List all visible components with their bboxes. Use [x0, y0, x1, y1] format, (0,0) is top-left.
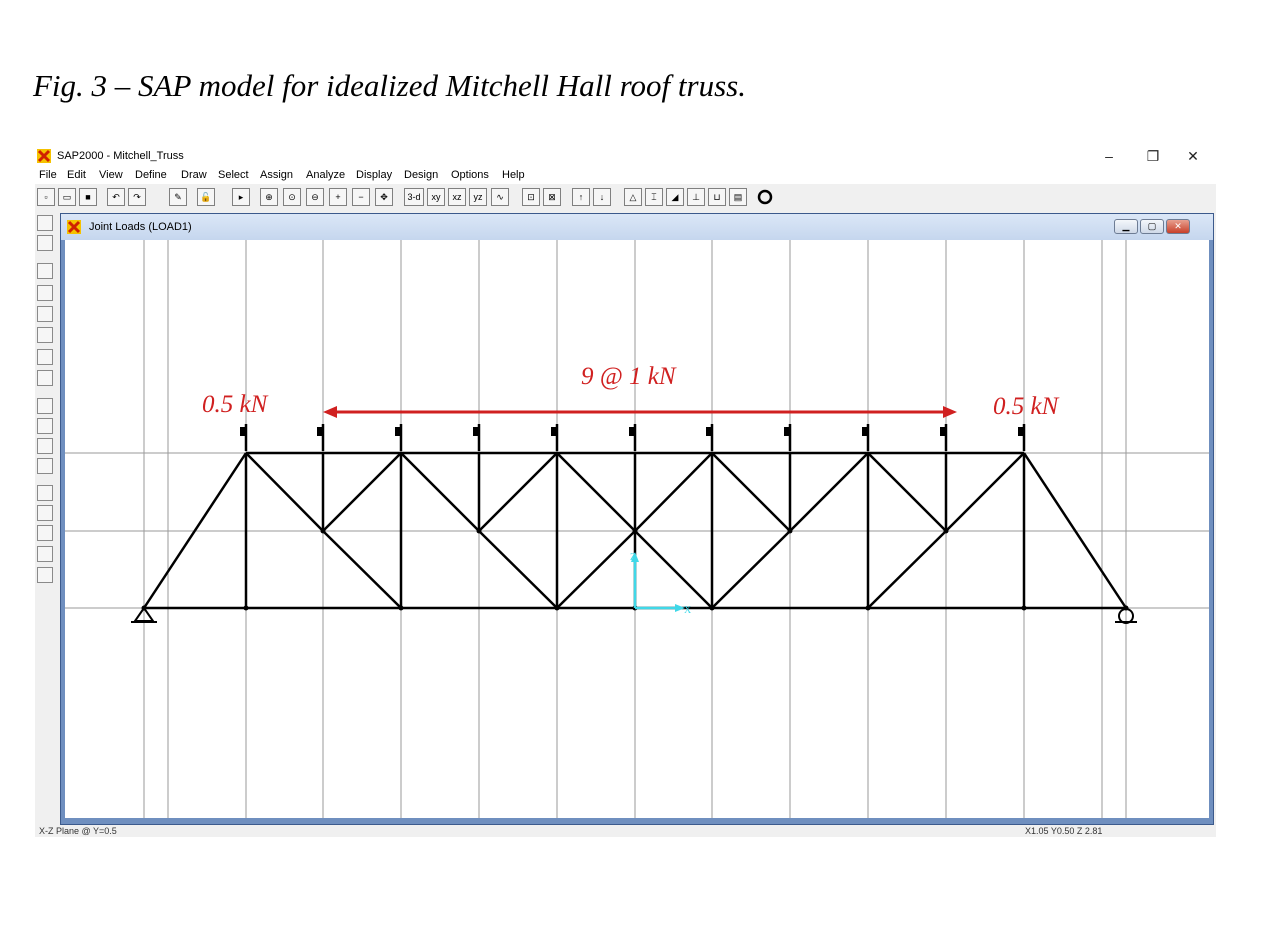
menu-options[interactable]: Options	[451, 169, 489, 181]
menu-file[interactable]: File	[39, 169, 57, 181]
restore-full-view-icon[interactable]: ⊙	[283, 188, 301, 206]
draw-toolbar	[35, 213, 57, 833]
pointer-icon[interactable]	[37, 215, 53, 231]
show-deformed-icon[interactable]: ⌶	[645, 188, 663, 206]
joint-load-labels	[240, 427, 1023, 436]
zoom-previous-icon[interactable]: ⊖	[306, 188, 324, 206]
restraint-other-icon[interactable]	[37, 567, 53, 583]
reshape-pointer-icon[interactable]	[37, 235, 53, 251]
figure-caption: Fig. 3 – SAP model for idealized Mitchel…	[33, 68, 746, 103]
status-plane: X-Z Plane @ Y=0.5	[39, 826, 117, 836]
open-icon[interactable]: ▭	[58, 188, 76, 206]
draw-area-icon[interactable]	[37, 306, 53, 322]
restraint-pinned-icon[interactable]	[37, 505, 53, 521]
model-view-title-bar: Joint Loads (LOAD1) ▁ ▢ ✕	[61, 214, 1213, 240]
sap2000-window: SAP2000 - Mitchell_Truss – ❐ ✕ File Edit…	[35, 143, 1216, 837]
close-button[interactable]: ✕	[1175, 145, 1211, 167]
sap2000-logo-icon	[67, 220, 81, 234]
menu-help[interactable]: Help	[502, 169, 525, 181]
lock-icon[interactable]: 🔓	[197, 188, 215, 206]
zoom-window-icon[interactable]: ⊕	[260, 188, 278, 206]
restraint-fixed-icon[interactable]	[37, 485, 53, 501]
z-axis-label: Z	[630, 552, 636, 563]
app-title: SAP2000 - Mitchell_Truss	[57, 150, 184, 162]
main-toolbar: ▫ ▭ ■ ↶ ↷ ✎ 🔓 ▸ ⊕ ⊙ ⊖ + − ✥ 3-d xy xz yz…	[35, 185, 1216, 211]
left-end-load-label: 0.5 kN	[202, 391, 269, 418]
restraint-roller-icon[interactable]	[37, 525, 53, 541]
menu-design[interactable]: Design	[404, 169, 438, 181]
model-view-window: Joint Loads (LOAD1) ▁ ▢ ✕ Z X 9 @ 1 kN 0…	[60, 213, 1214, 825]
menu-select[interactable]: Select	[218, 169, 249, 181]
truss-drawing: Z X 9 @ 1 kN 0.5 kN 0.5 kN	[65, 240, 1209, 818]
move-up-icon[interactable]: ↑	[572, 188, 590, 206]
object-shrink-icon[interactable]: ⊠	[543, 188, 561, 206]
view-xz-button[interactable]: xz	[448, 188, 466, 206]
rubber-band-circle-icon[interactable]	[756, 188, 774, 206]
draw-joint-icon[interactable]	[37, 263, 53, 279]
intersecting-line-select-icon[interactable]	[37, 458, 53, 474]
show-reactions-icon[interactable]: ⊥	[687, 188, 705, 206]
restraint-free-icon[interactable]	[37, 546, 53, 562]
set-elements-icon[interactable]: ⊡	[522, 188, 540, 206]
move-down-icon[interactable]: ↓	[593, 188, 611, 206]
pan-icon[interactable]: ✥	[375, 188, 393, 206]
menu-view[interactable]: View	[99, 169, 123, 181]
right-end-load-label: 0.5 kN	[993, 393, 1060, 420]
new-model-icon[interactable]: ▫	[37, 188, 55, 206]
model-canvas[interactable]: Z X 9 @ 1 kN 0.5 kN 0.5 kN	[65, 240, 1209, 818]
title-bar: SAP2000 - Mitchell_Truss – ❐ ✕	[35, 143, 1216, 169]
global-axes-icon: Z X	[630, 552, 692, 616]
draw-frame-icon[interactable]	[37, 285, 53, 301]
interior-loads-label: 9 @ 1 kN	[581, 363, 677, 390]
quick-draw-area-icon[interactable]	[37, 370, 53, 386]
show-loads-icon[interactable]: ⊔	[708, 188, 726, 206]
select-all-icon[interactable]	[37, 398, 53, 414]
load-span-arrow	[323, 406, 957, 418]
restore-button[interactable]: ❐	[1135, 145, 1171, 167]
minimize-button[interactable]: –	[1091, 145, 1127, 167]
x-axis-label: X	[684, 605, 692, 616]
undo-icon[interactable]: ↶	[107, 188, 125, 206]
status-coordinates: X1.05 Y0.50 Z 2.81	[1025, 826, 1103, 836]
menu-edit[interactable]: Edit	[67, 169, 86, 181]
quick-draw-frame-icon[interactable]	[37, 349, 53, 365]
model-view-minimize-button[interactable]: ▁	[1114, 219, 1138, 234]
menu-define[interactable]: Define	[135, 169, 167, 181]
show-stresses-icon[interactable]: ▤	[729, 188, 747, 206]
model-view-close-button[interactable]: ✕	[1166, 219, 1190, 234]
edit-pencil-icon[interactable]: ✎	[169, 188, 187, 206]
draw-rectangle-icon[interactable]	[37, 327, 53, 343]
view-yz-button[interactable]: yz	[469, 188, 487, 206]
previous-select-icon[interactable]	[37, 418, 53, 434]
view-xy-button[interactable]: xy	[427, 188, 445, 206]
show-undeformed-icon[interactable]: △	[624, 188, 642, 206]
clear-selection-icon[interactable]	[37, 438, 53, 454]
view-3d-button[interactable]: 3-d	[404, 188, 424, 206]
menu-draw[interactable]: Draw	[181, 169, 207, 181]
redo-icon[interactable]: ↷	[128, 188, 146, 206]
sap2000-logo-icon	[37, 149, 51, 163]
show-forces-icon[interactable]: ◢	[666, 188, 684, 206]
menu-analyze[interactable]: Analyze	[306, 169, 345, 181]
zoom-out-icon[interactable]: −	[352, 188, 370, 206]
save-icon[interactable]: ■	[79, 188, 97, 206]
status-bar: X-Z Plane @ Y=0.5 X1.05 Y0.50 Z 2.81	[35, 826, 1216, 837]
menu-display[interactable]: Display	[356, 169, 392, 181]
run-analysis-icon[interactable]: ▸	[232, 188, 250, 206]
menu-bar: File Edit View Define Draw Select Assign…	[35, 168, 1216, 184]
zoom-in-icon[interactable]: +	[329, 188, 347, 206]
perspective-toggle-icon[interactable]: ∿	[491, 188, 509, 206]
menu-assign[interactable]: Assign	[260, 169, 293, 181]
model-view-title: Joint Loads (LOAD1)	[89, 221, 192, 233]
model-view-maximize-button[interactable]: ▢	[1140, 219, 1164, 234]
joint-load-arrows	[244, 424, 1026, 451]
